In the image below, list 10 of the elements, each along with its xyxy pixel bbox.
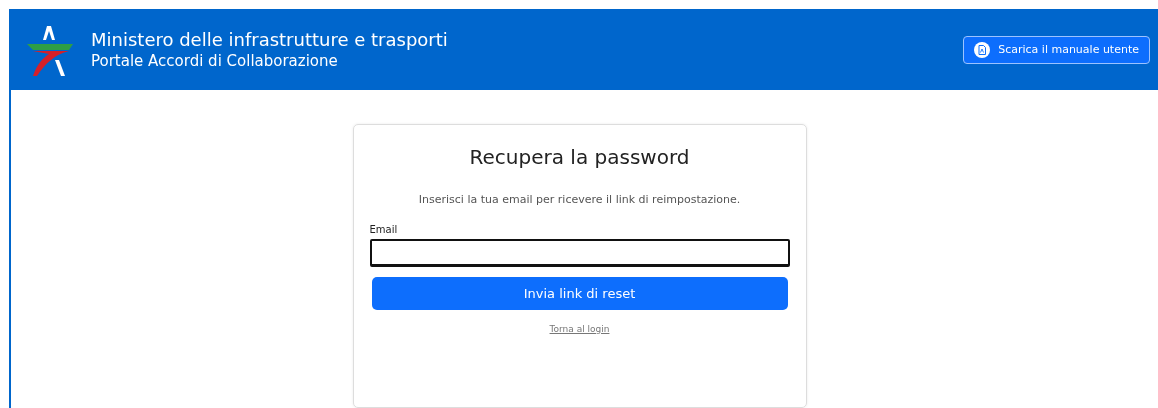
send-reset-link-button[interactable]: Invia link di reset	[371, 277, 788, 310]
back-to-login-link[interactable]: Torna al login	[549, 324, 610, 334]
page-heading: Recupera la password	[468, 145, 691, 169]
ministry-title: Ministero delle infrastrutture e trasporti	[91, 29, 448, 50]
portal-subtitle: Portale Accordi di Collaborazione	[91, 52, 339, 70]
email-input-field[interactable]	[369, 239, 790, 267]
download-manual-button[interactable]: Scarica il manuale utente	[963, 35, 1150, 64]
pdf-file-icon	[974, 41, 991, 58]
instruction-text: Inserisci la tua email per ricevere il link di reimpostazione.	[417, 193, 742, 206]
email-label: Email	[369, 224, 399, 235]
